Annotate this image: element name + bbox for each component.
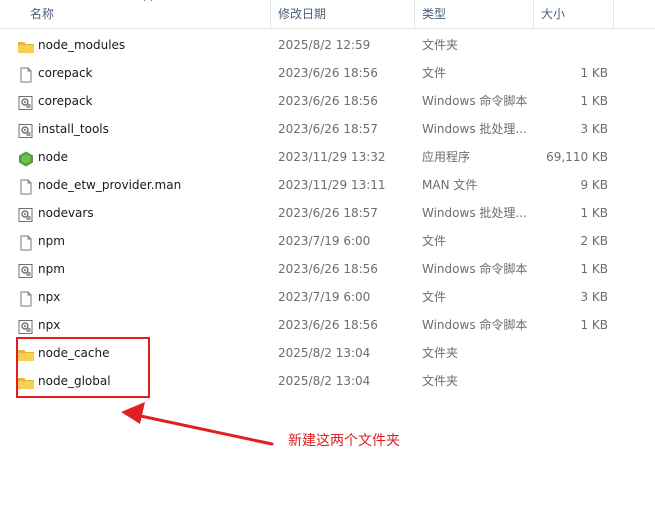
file-type: 文件	[422, 66, 447, 80]
cmd-script-icon	[17, 261, 35, 278]
file-row[interactable]: install_tools 2023/6/26 18:57 Windows 批处理.…	[0, 115, 640, 143]
annotation-text: 新建这两个文件夹	[288, 433, 400, 449]
cmd-script-icon	[17, 317, 35, 334]
folder-icon	[17, 345, 35, 361]
file-row[interactable]: node 2023/11/29 13:32 应用程序 69,110 KB	[0, 143, 640, 171]
file-name: npm	[38, 234, 65, 248]
column-divider[interactable]	[533, 0, 534, 28]
file-size: 3 KB	[580, 290, 608, 304]
file-date: 2023/6/26 18:57	[278, 206, 378, 220]
batch-file-icon	[17, 205, 35, 222]
file-name: node_cache	[38, 346, 110, 360]
file-date: 2023/7/19 6:00	[278, 234, 371, 248]
file-size: 9 KB	[580, 178, 608, 192]
file-size: 3 KB	[580, 122, 608, 136]
file-date: 2025/8/2 13:04	[278, 346, 371, 360]
file-icon	[17, 233, 35, 251]
file-type: MAN 文件	[422, 178, 478, 192]
file-size: 1 KB	[580, 66, 608, 80]
file-type: 应用程序	[422, 150, 471, 164]
file-row[interactable]: node_cache 2025/8/2 13:04 文件夹	[0, 339, 640, 367]
folder-icon	[17, 37, 35, 53]
file-name: node_modules	[38, 38, 126, 52]
sort-up-icon	[143, 0, 153, 2]
file-date: 2023/6/26 18:56	[278, 318, 378, 332]
file-date: 2023/6/26 18:56	[278, 66, 378, 80]
file-type: 文件	[422, 290, 447, 304]
cmd-script-icon	[17, 93, 35, 110]
column-header: 名称 修改日期 类型 大小	[0, 0, 655, 29]
column-header-type[interactable]: 类型	[422, 0, 446, 28]
file-size: 2 KB	[580, 234, 608, 248]
file-date: 2023/6/26 18:56	[278, 262, 378, 276]
column-divider[interactable]	[613, 0, 614, 28]
file-date: 2023/6/26 18:56	[278, 94, 378, 108]
file-name: node	[38, 150, 68, 164]
file-type: Windows 批处理...	[422, 122, 527, 136]
folder-icon	[17, 373, 35, 389]
file-size: 69,110 KB	[546, 150, 608, 164]
file-date: 2023/6/26 18:57	[278, 122, 378, 136]
file-row[interactable]: npx 2023/7/19 6:00 文件 3 KB	[0, 283, 640, 311]
file-row[interactable]: corepack 2023/6/26 18:56 文件 1 KB	[0, 59, 640, 87]
file-type: Windows 命令脚本	[422, 262, 528, 276]
column-divider[interactable]	[270, 0, 271, 28]
file-type: 文件夹	[422, 374, 459, 388]
file-icon	[17, 289, 35, 307]
file-name: install_tools	[38, 122, 109, 136]
file-row[interactable]: node_etw_provider.man 2023/11/29 13:11 MAN…	[0, 171, 640, 199]
file-row[interactable]: nodevars 2023/6/26 18:57 Windows 批处理... 1 K…	[0, 199, 640, 227]
file-date: 2025/8/2 13:04	[278, 374, 371, 388]
node-app-icon	[17, 149, 35, 167]
file-size: 1 KB	[580, 206, 608, 220]
file-name: corepack	[38, 94, 93, 108]
file-type: Windows 批处理...	[422, 206, 527, 220]
column-header-date[interactable]: 修改日期	[278, 0, 326, 28]
column-header-size[interactable]: 大小	[541, 0, 565, 28]
file-name: npm	[38, 262, 65, 276]
file-icon	[17, 177, 35, 195]
file-name: npx	[38, 318, 61, 332]
file-row[interactable]: corepack 2023/6/26 18:56 Windows 命令脚本 1 KB	[0, 87, 640, 115]
file-date: 2023/11/29 13:32	[278, 150, 386, 164]
file-row[interactable]: npm 2023/6/26 18:56 Windows 命令脚本 1 KB	[0, 255, 640, 283]
file-size: 1 KB	[580, 94, 608, 108]
file-name: npx	[38, 290, 61, 304]
column-header-name[interactable]: 名称	[30, 0, 54, 28]
file-type: 文件夹	[422, 346, 459, 360]
file-size: 1 KB	[580, 318, 608, 332]
file-type: Windows 命令脚本	[422, 318, 528, 332]
file-size: 1 KB	[580, 262, 608, 276]
file-name: corepack	[38, 66, 93, 80]
file-name: node_global	[38, 374, 111, 388]
file-icon	[17, 65, 35, 83]
file-type: 文件夹	[422, 38, 459, 52]
file-date: 2025/8/2 12:59	[278, 38, 371, 52]
file-row[interactable]: npx 2023/6/26 18:56 Windows 命令脚本 1 KB	[0, 311, 640, 339]
column-divider[interactable]	[414, 0, 415, 28]
batch-file-icon	[17, 121, 35, 138]
file-type: 文件	[422, 234, 447, 248]
file-date: 2023/7/19 6:00	[278, 290, 371, 304]
file-row[interactable]: node_modules 2025/8/2 12:59 文件夹	[0, 31, 640, 59]
file-type: Windows 命令脚本	[422, 94, 528, 108]
file-row[interactable]: npm 2023/7/19 6:00 文件 2 KB	[0, 227, 640, 255]
file-name: node_etw_provider.man	[38, 178, 182, 192]
file-date: 2023/11/29 13:11	[278, 178, 386, 192]
file-row[interactable]: node_global 2025/8/2 13:04 文件夹	[0, 367, 640, 395]
file-name: nodevars	[38, 206, 94, 220]
